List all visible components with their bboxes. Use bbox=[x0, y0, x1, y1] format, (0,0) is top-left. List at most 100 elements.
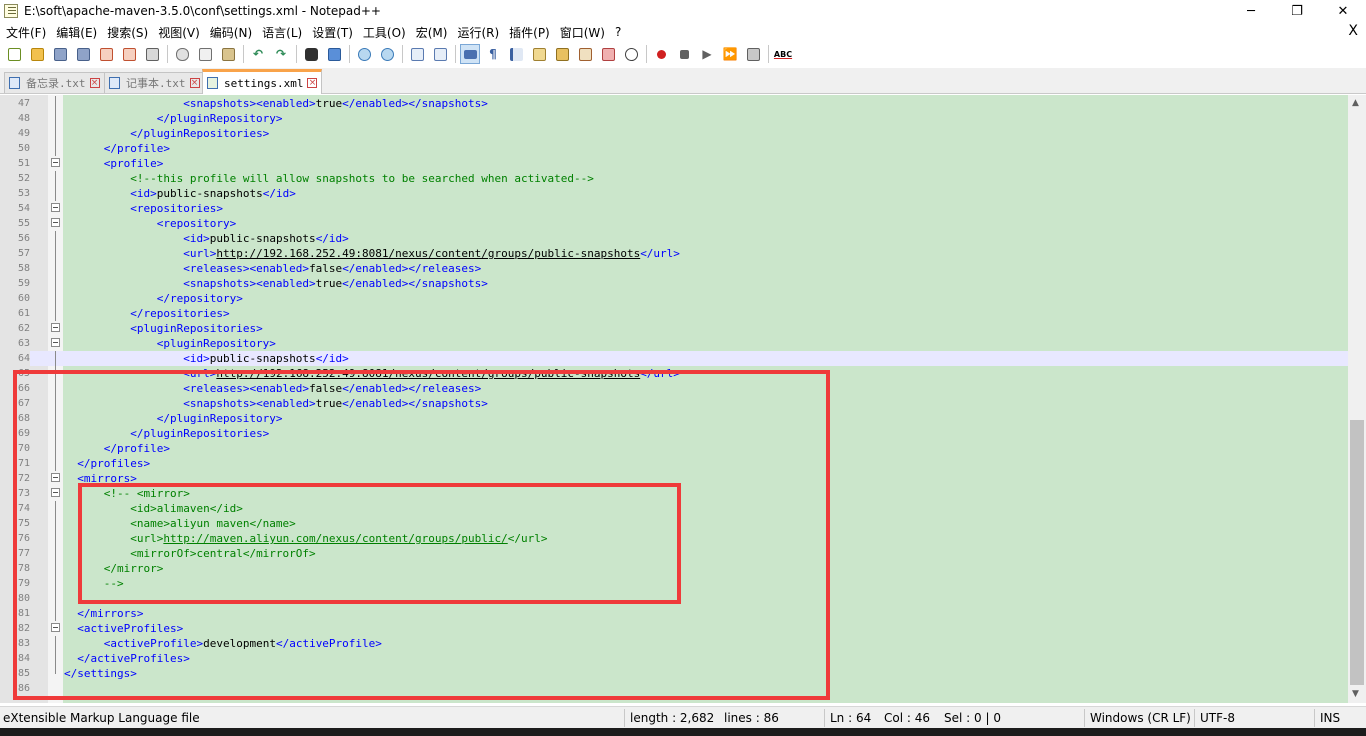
udl-icon[interactable] bbox=[529, 44, 549, 64]
code-line[interactable]: 64 <id>public-snapshots</id> bbox=[0, 351, 1348, 366]
function-list-icon[interactable] bbox=[575, 44, 595, 64]
scrollbar-thumb[interactable] bbox=[1350, 420, 1364, 685]
zoom-out-icon[interactable] bbox=[377, 44, 397, 64]
menu-view[interactable]: 视图(V) bbox=[152, 24, 204, 41]
tab-close-icon[interactable]: × bbox=[89, 78, 100, 88]
macro-stop-icon[interactable] bbox=[674, 44, 694, 64]
menu-run[interactable]: 运行(R) bbox=[451, 24, 503, 41]
code-line[interactable]: 63 <pluginRepository> bbox=[0, 336, 1348, 351]
code-line[interactable]: 53 <id>public-snapshots</id> bbox=[0, 186, 1348, 201]
open-file-icon[interactable] bbox=[27, 44, 47, 64]
menu-search[interactable]: 搜索(S) bbox=[101, 24, 152, 41]
code-line[interactable]: 77 <mirrorOf>central</mirrorOf> bbox=[0, 546, 1348, 561]
undo-icon[interactable]: ↶ bbox=[248, 44, 268, 64]
fold-toggle-icon[interactable] bbox=[51, 218, 60, 227]
code-line[interactable]: 62 <pluginRepositories> bbox=[0, 321, 1348, 336]
status-encoding[interactable]: UTF-8 bbox=[1200, 711, 1235, 725]
menu-encoding[interactable]: 编码(N) bbox=[204, 24, 256, 41]
code-line[interactable]: 80 bbox=[0, 591, 1348, 606]
menu-settings[interactable]: 设置(T) bbox=[306, 24, 357, 41]
close-window-button[interactable]: ✕ bbox=[1320, 0, 1366, 22]
status-insert-mode[interactable]: INS bbox=[1320, 711, 1340, 725]
folder-workspace-icon[interactable] bbox=[598, 44, 618, 64]
replace-icon[interactable] bbox=[324, 44, 344, 64]
code-line[interactable]: 61 </repositories> bbox=[0, 306, 1348, 321]
monitoring-icon[interactable] bbox=[621, 44, 641, 64]
code-line[interactable]: 57 <url>http://192.168.252.49:8081/nexus… bbox=[0, 246, 1348, 261]
code-line[interactable]: 52 <!--this profile will allow snapshots… bbox=[0, 171, 1348, 186]
minimize-button[interactable]: ─ bbox=[1228, 0, 1274, 22]
restore-button[interactable]: ❐ bbox=[1274, 0, 1320, 22]
menu-window[interactable]: 窗口(W) bbox=[554, 24, 609, 41]
tab-close-icon[interactable]: × bbox=[307, 78, 318, 88]
word-wrap-icon[interactable] bbox=[460, 44, 480, 64]
fold-toggle-icon[interactable] bbox=[51, 488, 60, 497]
code-line[interactable]: 78 </mirror> bbox=[0, 561, 1348, 576]
code-line[interactable]: 79 --> bbox=[0, 576, 1348, 591]
print-icon[interactable] bbox=[142, 44, 162, 64]
menu-edit[interactable]: 编辑(E) bbox=[50, 24, 101, 41]
vertical-scrollbar[interactable]: ▲ ▼ bbox=[1348, 95, 1366, 703]
sync-horizontal-icon[interactable] bbox=[430, 44, 450, 64]
code-line[interactable]: 55 <repository> bbox=[0, 216, 1348, 231]
macro-save-icon[interactable] bbox=[743, 44, 763, 64]
new-file-icon[interactable] bbox=[4, 44, 24, 64]
redo-icon[interactable]: ↷ bbox=[271, 44, 291, 64]
code-line[interactable]: 83 <activeProfile>development</activePro… bbox=[0, 636, 1348, 651]
code-line[interactable]: 69 </pluginRepositories> bbox=[0, 426, 1348, 441]
doc-map-icon[interactable] bbox=[552, 44, 572, 64]
fold-toggle-icon[interactable] bbox=[51, 623, 60, 632]
sync-vertical-icon[interactable] bbox=[407, 44, 427, 64]
find-icon[interactable] bbox=[301, 44, 321, 64]
code-editor[interactable]: 47 <snapshots><enabled>true</enabled></s… bbox=[0, 95, 1348, 703]
close-file-icon[interactable] bbox=[96, 44, 116, 64]
code-line[interactable]: 51 <profile> bbox=[0, 156, 1348, 171]
scroll-down-icon[interactable]: ▼ bbox=[1352, 689, 1359, 699]
code-line[interactable]: 71 </profiles> bbox=[0, 456, 1348, 471]
status-eol[interactable]: Windows (CR LF) bbox=[1090, 711, 1191, 725]
fold-toggle-icon[interactable] bbox=[51, 203, 60, 212]
tab-jishiben[interactable]: 记事本.txt × bbox=[104, 72, 205, 93]
fold-toggle-icon[interactable] bbox=[51, 158, 60, 167]
code-line[interactable]: 54 <repositories> bbox=[0, 201, 1348, 216]
save-icon[interactable] bbox=[50, 44, 70, 64]
menu-help[interactable]: ? bbox=[609, 25, 625, 39]
zoom-in-icon[interactable] bbox=[354, 44, 374, 64]
indent-guide-icon[interactable] bbox=[506, 44, 526, 64]
code-line[interactable]: 73 <!-- <mirror> bbox=[0, 486, 1348, 501]
menu-language[interactable]: 语言(L) bbox=[256, 24, 306, 41]
code-line[interactable]: 66 <releases><enabled>false</enabled></r… bbox=[0, 381, 1348, 396]
code-line[interactable]: 48 </pluginRepository> bbox=[0, 111, 1348, 126]
code-line[interactable]: 49 </pluginRepositories> bbox=[0, 126, 1348, 141]
code-line[interactable]: 65 <url>http://192.168.252.49:8081/nexus… bbox=[0, 366, 1348, 381]
code-line[interactable]: 50 </profile> bbox=[0, 141, 1348, 156]
code-line[interactable]: 60 </repository> bbox=[0, 291, 1348, 306]
fold-toggle-icon[interactable] bbox=[51, 338, 60, 347]
tab-settings-xml[interactable]: settings.xml × bbox=[202, 69, 323, 94]
code-line[interactable]: 58 <releases><enabled>false</enabled></r… bbox=[0, 261, 1348, 276]
code-line[interactable]: 56 <id>public-snapshots</id> bbox=[0, 231, 1348, 246]
code-line[interactable]: 74 <id>alimaven</id> bbox=[0, 501, 1348, 516]
fold-toggle-icon[interactable] bbox=[51, 473, 60, 482]
code-line[interactable]: 81 </mirrors> bbox=[0, 606, 1348, 621]
macro-play-icon[interactable]: ▶ bbox=[697, 44, 717, 64]
code-line[interactable]: 85 </settings> bbox=[0, 666, 1348, 681]
code-line[interactable]: 68 </pluginRepository> bbox=[0, 411, 1348, 426]
macro-play-multiple-icon[interactable]: ⏩ bbox=[720, 44, 740, 64]
code-line[interactable]: 47 <snapshots><enabled>true</enabled></s… bbox=[0, 96, 1348, 111]
code-line[interactable]: 59 <snapshots><enabled>true</enabled></s… bbox=[0, 276, 1348, 291]
scroll-up-icon[interactable]: ▲ bbox=[1352, 98, 1359, 108]
code-line[interactable]: 75 <name>aliyun maven</name> bbox=[0, 516, 1348, 531]
paste-icon[interactable] bbox=[218, 44, 238, 64]
copy-icon[interactable] bbox=[195, 44, 215, 64]
close-all-icon[interactable] bbox=[119, 44, 139, 64]
code-line[interactable]: 70 </profile> bbox=[0, 441, 1348, 456]
menu-file[interactable]: 文件(F) bbox=[0, 24, 50, 41]
save-all-icon[interactable] bbox=[73, 44, 93, 64]
code-line[interactable]: 84 </activeProfiles> bbox=[0, 651, 1348, 666]
tab-beiwanglu[interactable]: 备忘录.txt × bbox=[4, 72, 105, 93]
menu-plugins[interactable]: 插件(P) bbox=[503, 24, 554, 41]
menu-macro[interactable]: 宏(M) bbox=[410, 24, 452, 41]
code-line[interactable]: 67 <snapshots><enabled>true</enabled></s… bbox=[0, 396, 1348, 411]
code-line[interactable]: 76 <url>http://maven.aliyun.com/nexus/co… bbox=[0, 531, 1348, 546]
